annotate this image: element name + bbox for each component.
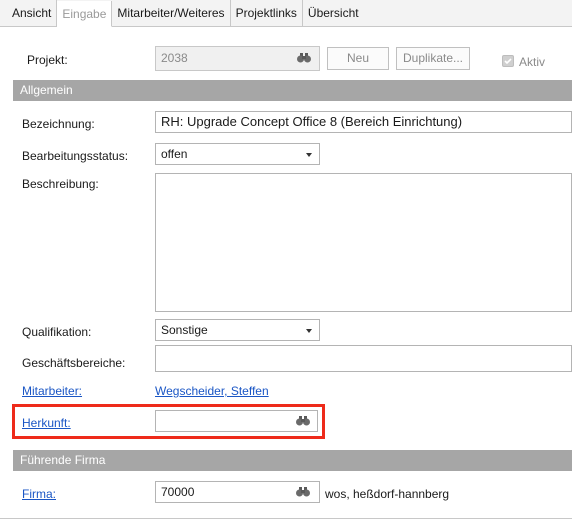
tab-uebersicht[interactable]: Übersicht [303,0,364,26]
tab-mitarbeiter-weiteres[interactable]: Mitarbeiter/Weiteres [112,0,231,26]
bezeichnung-label: Bezeichnung: [22,117,95,131]
bezeichnung-value: RH: Upgrade Concept Office 8 (Bereich Ei… [161,114,463,129]
status-value: offen [161,147,188,161]
binoculars-icon[interactable] [296,487,310,497]
status-label: Bearbeitungsstatus: [22,149,129,163]
new-button[interactable]: Neu [327,47,389,70]
tab-projektlinks[interactable]: Projektlinks [231,0,303,26]
chevron-down-icon [306,329,312,333]
tab-bar: Ansicht Eingabe Mitarbeiter/Weiteres Pro… [0,0,572,27]
herkunft-input[interactable] [155,410,318,432]
chevron-down-icon [306,153,312,157]
checkmark-icon [504,58,512,65]
mitarbeiter-value-link[interactable]: Wegscheider, Steffen [155,384,269,398]
mitarbeiter-link[interactable]: Mitarbeiter: [22,384,82,398]
firma-name: wos, heßdorf-hannberg [325,487,450,501]
project-number-field: 2038 [155,46,320,71]
tab-ansicht[interactable]: Ansicht [0,0,58,26]
geschaeftsbereiche-input[interactable] [155,345,572,372]
qualifikation-value: Sonstige [161,323,208,337]
binoculars-icon[interactable] [297,53,311,63]
geschaeftsbereiche-label: Geschäftsbereiche: [22,356,126,370]
qualifikation-select[interactable]: Sonstige [155,319,320,341]
bezeichnung-input[interactable]: RH: Upgrade Concept Office 8 (Bereich Ei… [155,111,572,133]
tab-eingabe[interactable]: Eingabe [57,1,113,27]
section-header-fuehrende-firma: Führende Firma [13,450,572,471]
active-label: Aktiv [519,55,546,69]
project-number-value: 2038 [161,51,188,65]
active-checkbox[interactable] [502,55,514,67]
qualifikation-label: Qualifikation: [22,325,92,339]
binoculars-icon[interactable] [296,416,310,426]
beschreibung-label: Beschreibung: [22,177,99,191]
project-label: Projekt: [27,53,68,67]
bottom-divider [0,518,572,519]
section-header-allgemein: Allgemein [13,80,572,101]
duplicate-button[interactable]: Duplikate... [396,47,470,70]
beschreibung-textarea[interactable] [155,173,572,312]
firma-value: 70000 [161,485,195,499]
status-select[interactable]: offen [155,143,320,165]
herkunft-link[interactable]: Herkunft: [22,416,71,430]
firma-link[interactable]: Firma: [22,487,56,501]
